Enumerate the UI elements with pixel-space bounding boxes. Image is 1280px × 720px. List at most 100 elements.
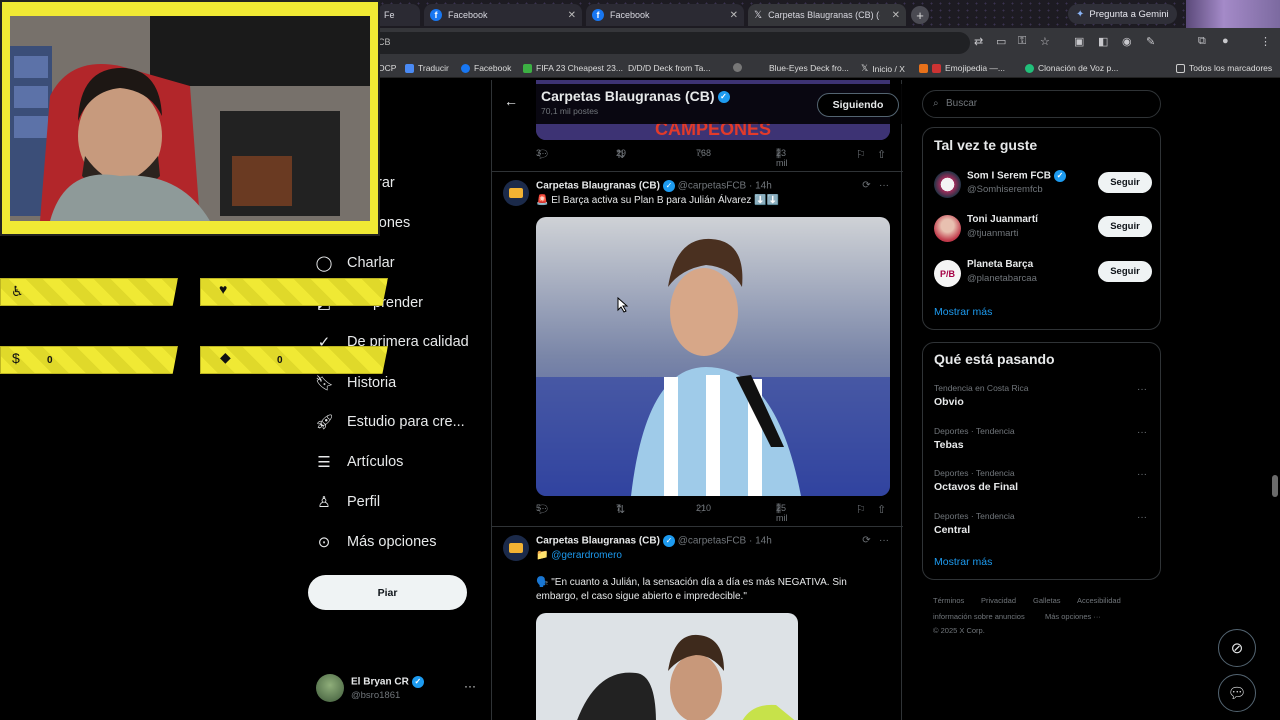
avatar[interactable] [503,535,529,561]
facebook-icon [461,63,470,73]
footer-link[interactable]: Galletas [1033,596,1061,605]
extension-icon[interactable]: ◧ [1098,35,1108,48]
suggestion-handle: @Somhiseremfcb [967,184,1043,195]
bookmark[interactable]: Blue-Eyes Deck fro... [769,63,849,73]
back-arrow-icon[interactable]: ← [504,93,518,109]
more-options-icon[interactable]: ··· [1137,427,1147,438]
footer-link[interactable]: Privacidad [981,596,1016,605]
gemini-button[interactable]: ✦ Pregunta a Gemini [1068,4,1177,24]
url-bar[interactable]: CB [360,32,970,54]
chat-icon: ◯ [315,255,333,272]
star-icon[interactable]: ☆ [1040,35,1050,48]
author-name[interactable]: Carpetas Blaugranas (CB) [536,181,660,192]
close-tab-icon[interactable]: ✕ [730,10,738,21]
repost-count: 29 [616,148,627,158]
footer-link[interactable]: Accesibilidad [1077,596,1121,605]
browser-tab-active[interactable]: 𝕏 Carpetas Blaugranas (CB) (@c ✕ [748,4,906,26]
x-logo-icon: 𝕏 [754,9,763,21]
profile-avatar-icon[interactable]: ● [1222,35,1229,47]
extension-icon[interactable]: ✎ [1146,35,1155,48]
close-tab-icon[interactable]: ✕ [892,10,900,21]
trend-item[interactable]: Deportes · Tendencia Central ··· [934,511,1152,543]
trend-context: Tendencia en Costa Rica [934,383,1029,393]
follow-button[interactable]: Seguir [1098,261,1152,282]
search-placeholder: Buscar [946,98,978,109]
bookmark[interactable]: Traducir [405,63,449,73]
nav-articles[interactable]: ☰ Artículos [315,453,403,471]
tweet-media[interactable] [536,217,890,496]
nav-bookmarks[interactable]: 🔖︎ Historia [315,374,396,392]
bookmark-label: Emojipedia —... [945,63,1005,73]
theme-image [1186,0,1280,28]
author-handle[interactable]: @carpetasFCB · 14h [678,536,772,547]
translate-icon [405,63,414,73]
post-button[interactable]: Piar [308,575,467,610]
bookmark[interactable]: 𝕏 Inicio / X [861,63,905,74]
suggestion-item[interactable]: Som I Serem FCB ✓ @Somhiseremfcb Seguir [934,169,1152,203]
footer-link[interactable]: información sobre anuncios [933,612,1025,621]
bookmark[interactable]: D/D/D Deck from Ta... [628,63,711,73]
account-switcher[interactable]: El Bryan CR ✓ @bsro1861 ··· [316,674,486,708]
browser-tab-facebook[interactable]: f Facebook ✕ [586,4,744,26]
who-to-follow-panel: Tal vez te guste Som I Serem FCB ✓ @Somhi… [922,127,1161,330]
planeta-barca-logo-icon: P/B [934,260,961,287]
tweet-mention[interactable]: 📁 @gerardromero [536,549,622,563]
bookmark[interactable]: OCP [378,63,396,73]
profile-title: Carpetas Blaugranas (CB) ✓ [541,88,730,104]
show-more-link[interactable]: Mostrar más [934,556,992,568]
puzzle-icon[interactable]: ⧉ [1198,35,1206,48]
grok-explain-icon[interactable]: ⟳ ··· [862,180,889,191]
browser-tab[interactable]: Fe [378,4,420,26]
more-options-icon[interactable]: ··· [1137,469,1147,480]
view-count: 23 mil [776,148,788,168]
show-more-link[interactable]: Mostrar más [934,306,992,318]
avatar[interactable] [503,180,529,206]
bookmark[interactable]: FIFA 23 Cheapest 23... [523,63,623,73]
new-tab-button[interactable]: + [911,6,929,24]
footer-link[interactable]: Términos [933,596,964,605]
close-tab-icon[interactable]: ✕ [568,10,576,21]
footer-link[interactable]: Más opciones ··· [1045,612,1101,621]
key-icon[interactable]: ⚿ [1018,35,1026,48]
scrollbar-thumb[interactable] [1272,475,1278,497]
bookmark[interactable]: Clonación de Voz p... [1025,63,1118,73]
nav-profile[interactable]: ♙ Perfil [315,493,380,511]
following-button[interactable]: Siguiendo [817,93,899,117]
translate-icon[interactable]: ⇄ [974,35,983,48]
browser-tab-facebook[interactable]: f Facebook ✕ [424,4,582,26]
bookmark[interactable]: Facebook [461,63,511,73]
follow-button[interactable]: Seguir [1098,216,1152,237]
search-input[interactable]: ⌕ Buscar [922,90,1161,118]
bookmark[interactable]: Emojipedia —... [919,63,1005,73]
tweet-media[interactable] [536,613,798,720]
article-icon: ☰ [317,454,331,471]
nav-more[interactable]: ⊙ Más opciones [315,533,437,551]
bookmark[interactable] [733,63,746,72]
account-more-icon[interactable]: ··· [464,679,476,693]
trend-item[interactable]: Tendencia en Costa Rica Obvio ··· [934,383,1152,415]
share-icon: ⇧ [877,149,887,161]
install-icon[interactable]: ▭ [996,35,1006,48]
author-name[interactable]: Carpetas Blaugranas (CB) [536,536,660,547]
more-options-icon[interactable]: ··· [1137,384,1147,395]
suggestion-item[interactable]: P/B Planeta Barça @planetabarcaa Seguir [934,258,1152,292]
grok-explain-icon[interactable]: ⟳ ··· [862,535,889,546]
trend-item[interactable]: Deportes · Tendencia Tebas ··· [934,426,1152,458]
all-bookmarks[interactable]: Todos los marcadores [1176,63,1272,73]
extension-icon[interactable]: ▣ [1074,35,1084,48]
more-options-icon[interactable]: ··· [1137,512,1147,523]
bookmark-icon: 🔖︎ [315,375,335,392]
messages-fab-button[interactable]: 💬︎ [1218,674,1256,712]
nav-chat[interactable]: ◯ Charlar [315,254,395,272]
menu-icon[interactable]: ⋮ [1260,35,1271,48]
author-handle[interactable]: @carpetasFCB · 14h [678,181,772,192]
trend-item[interactable]: Deportes · Tendencia Octavos de Final ··… [934,468,1152,500]
grok-fab-button[interactable]: ⊘ [1218,629,1256,667]
nav-creator-studio[interactable]: 🚀︎ Estudio para cre... [315,413,465,431]
follow-button[interactable]: Seguir [1098,172,1152,193]
reply-count: 3 [536,148,542,158]
extension-icon[interactable]: ◉ [1122,35,1132,48]
suggestion-handle: @planetabarcaa [967,273,1037,284]
suggestion-item[interactable]: Toni Juanmartí @tjuanmarti Seguir [934,213,1152,247]
trends-panel: Qué está pasando Tendencia en Costa Rica… [922,342,1161,580]
